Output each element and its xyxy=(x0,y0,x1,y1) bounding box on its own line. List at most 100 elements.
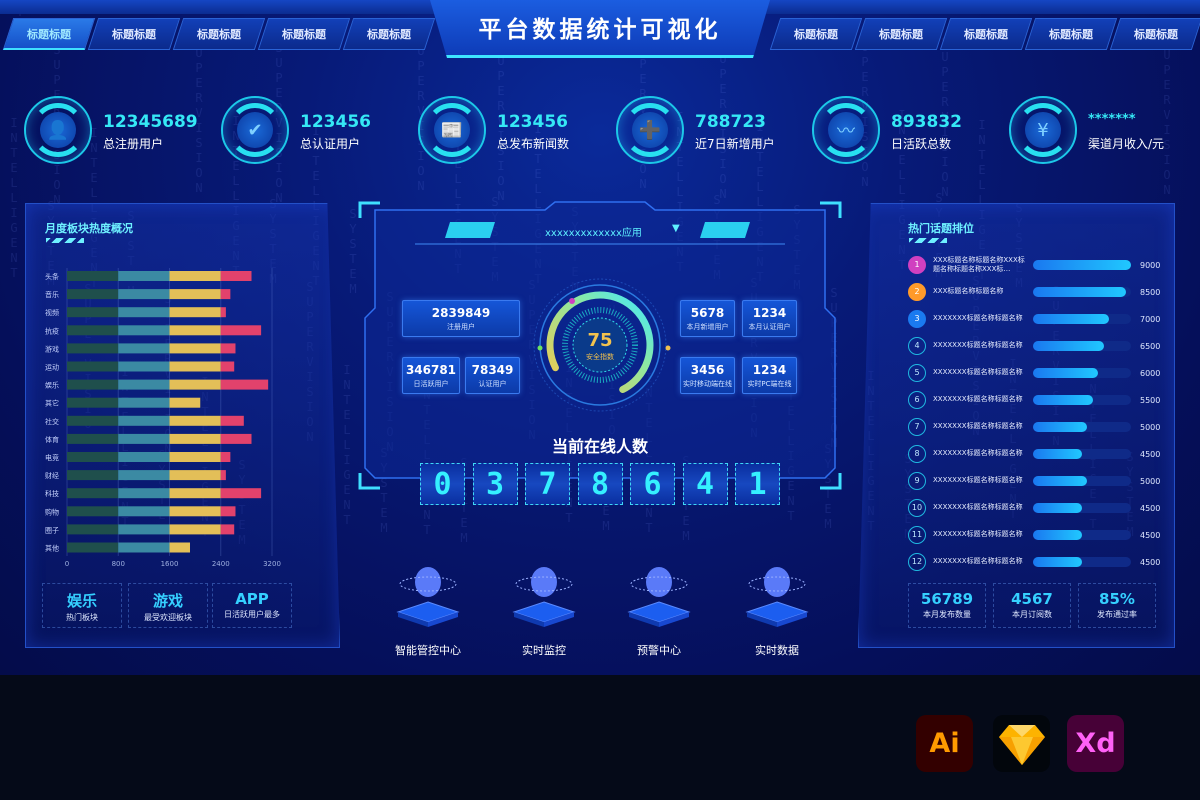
topic-bar-fill xyxy=(1033,287,1126,297)
topic-title[interactable]: XXXXXXX标题名称标题名称 xyxy=(933,476,1028,485)
topic-bar-track xyxy=(1033,314,1131,324)
summary-value: 85% xyxy=(1099,590,1135,608)
rank-badge: 11 xyxy=(908,526,926,544)
bar-segment xyxy=(220,307,226,318)
rank-badge: 4 xyxy=(908,337,926,355)
kpi-label: 近7日新增用户 xyxy=(695,137,775,151)
shield-alert-icon xyxy=(627,567,691,627)
topic-bar-fill xyxy=(1033,260,1131,270)
module-label: 实时数据 xyxy=(755,644,799,657)
bar-segment xyxy=(169,506,221,517)
tab-right-5[interactable]: 标题标题 xyxy=(1109,18,1200,50)
summary-value: APP xyxy=(235,590,269,608)
pulse-icon: 〰 xyxy=(828,112,864,148)
bar-segment xyxy=(220,433,252,444)
module-label: 实时监控 xyxy=(522,644,566,657)
bar-segment xyxy=(169,379,221,390)
tab-right-1[interactable]: 标题标题 xyxy=(769,18,863,50)
summary-value: 4567 xyxy=(1011,590,1053,608)
bar-segment xyxy=(118,307,170,318)
topic-title[interactable]: XXXXXXX标题名称标题名称 xyxy=(933,395,1028,404)
bar-segment xyxy=(67,379,119,390)
topic-title[interactable]: XXXXXXX标题名称标题名称 xyxy=(933,422,1028,431)
topic-title[interactable]: XXXXXXX标题名称标题名称 xyxy=(933,341,1028,350)
bar-segment xyxy=(67,325,119,336)
bar-segment xyxy=(169,289,221,300)
tab-label: 标题标题 xyxy=(1134,28,1178,41)
online-digit: 1 xyxy=(735,463,780,505)
topic-bar-fill xyxy=(1033,341,1104,351)
tab-right-2[interactable]: 标题标题 xyxy=(854,18,948,50)
bar-segment xyxy=(220,470,226,481)
topic-bar-track xyxy=(1033,449,1131,459)
bar-segment xyxy=(220,379,269,390)
bar-segment xyxy=(67,361,119,372)
bar-segment xyxy=(118,506,170,517)
category-label: 头条 xyxy=(45,272,59,281)
tab-label: 标题标题 xyxy=(794,28,838,41)
bar-segment xyxy=(118,470,170,481)
summary-label: 最受欢迎板块 xyxy=(144,613,192,622)
bar-segment xyxy=(220,506,236,517)
stat-box: 78349 认证用户 xyxy=(465,357,520,394)
bar-segment xyxy=(169,488,221,499)
bar-segment xyxy=(67,506,119,517)
bar-segment xyxy=(118,343,170,354)
stat-box: 1234 实时PC端在线 xyxy=(742,357,797,394)
topic-value: 5500 xyxy=(1140,396,1161,405)
stat-value: 1234 xyxy=(752,363,787,377)
tab-right-4[interactable]: 标题标题 xyxy=(1024,18,1118,50)
rank-badge: 8 xyxy=(908,445,926,463)
bar-segment xyxy=(169,524,221,535)
bar-segment xyxy=(67,470,119,481)
gauge-dot xyxy=(665,345,671,351)
topic-title[interactable]: XXX标题名称标题名称 xyxy=(933,287,1028,296)
summary-label: 日活跃用户最多 xyxy=(224,610,280,619)
category-label: 视频 xyxy=(45,308,59,317)
stat-label: 日活跃用户 xyxy=(413,380,449,388)
summary-box: 85% 发布通过率 xyxy=(1078,583,1156,628)
bar-segment xyxy=(169,397,201,408)
online-digit: 6 xyxy=(630,463,675,505)
topic-title[interactable]: XXXXXXX标题名称标题名称 xyxy=(933,503,1028,512)
kpi-value: ******* xyxy=(1088,112,1136,127)
topic-title[interactable]: XXXXXXX标题名称标题名称 xyxy=(933,368,1028,377)
right-panel-title: 热门话题排位 xyxy=(908,222,974,235)
topic-bar-track xyxy=(1033,368,1131,378)
x-tick-label: 0 xyxy=(65,560,69,568)
category-label: 其他 xyxy=(45,544,59,553)
category-label: 购物 xyxy=(45,507,59,516)
x-tick-label: 3200 xyxy=(263,560,281,568)
topic-title[interactable]: XXXXXXX标题名称标题名称 xyxy=(933,530,1028,539)
topic-title[interactable]: XXX标题名称标题名称XXX标题名称标题名称XXX标… xyxy=(933,256,1028,274)
topic-title[interactable]: XXXXXXX标题名称标题名称 xyxy=(933,557,1028,566)
category-label: 音乐 xyxy=(45,290,59,299)
stat-value: 3456 xyxy=(690,363,725,377)
topic-value: 5000 xyxy=(1140,423,1161,432)
bar-segment xyxy=(169,325,221,336)
bar-segment xyxy=(67,415,119,426)
rank-badge: 7 xyxy=(908,418,926,436)
topic-bar-track xyxy=(1033,395,1131,405)
topic-bar-fill xyxy=(1033,503,1082,513)
summary-box: 56789 本月发布数量 xyxy=(908,583,986,628)
rank-badge: 9 xyxy=(908,472,926,490)
gauge-value: 75 xyxy=(587,330,613,351)
online-title: 当前在线人数 xyxy=(551,437,648,456)
topic-value: 4500 xyxy=(1140,504,1161,513)
topic-title[interactable]: XXXXXXX标题名称标题名称 xyxy=(933,449,1028,458)
topic-title[interactable]: XXXXXXX标题名称标题名称 xyxy=(933,314,1028,323)
summary-label: 本月订阅数 xyxy=(1012,610,1052,619)
stat-value: 1234 xyxy=(752,306,787,320)
tab-left-5[interactable]: 标题标题 xyxy=(342,18,436,50)
tab-right-3[interactable]: 标题标题 xyxy=(939,18,1033,50)
app-select-dropdown[interactable]: xxxxxxxxxxxxx应用 ▼ xyxy=(500,222,700,240)
topic-value: 4500 xyxy=(1140,531,1161,540)
data-funnel-icon xyxy=(745,567,809,627)
bar-segment xyxy=(220,325,262,336)
tab-label: 标题标题 xyxy=(879,28,923,41)
bar-segment xyxy=(118,289,170,300)
robot-head-icon xyxy=(396,567,460,627)
tab-label: 标题标题 xyxy=(1049,28,1093,41)
category-label: 游戏 xyxy=(45,344,59,353)
